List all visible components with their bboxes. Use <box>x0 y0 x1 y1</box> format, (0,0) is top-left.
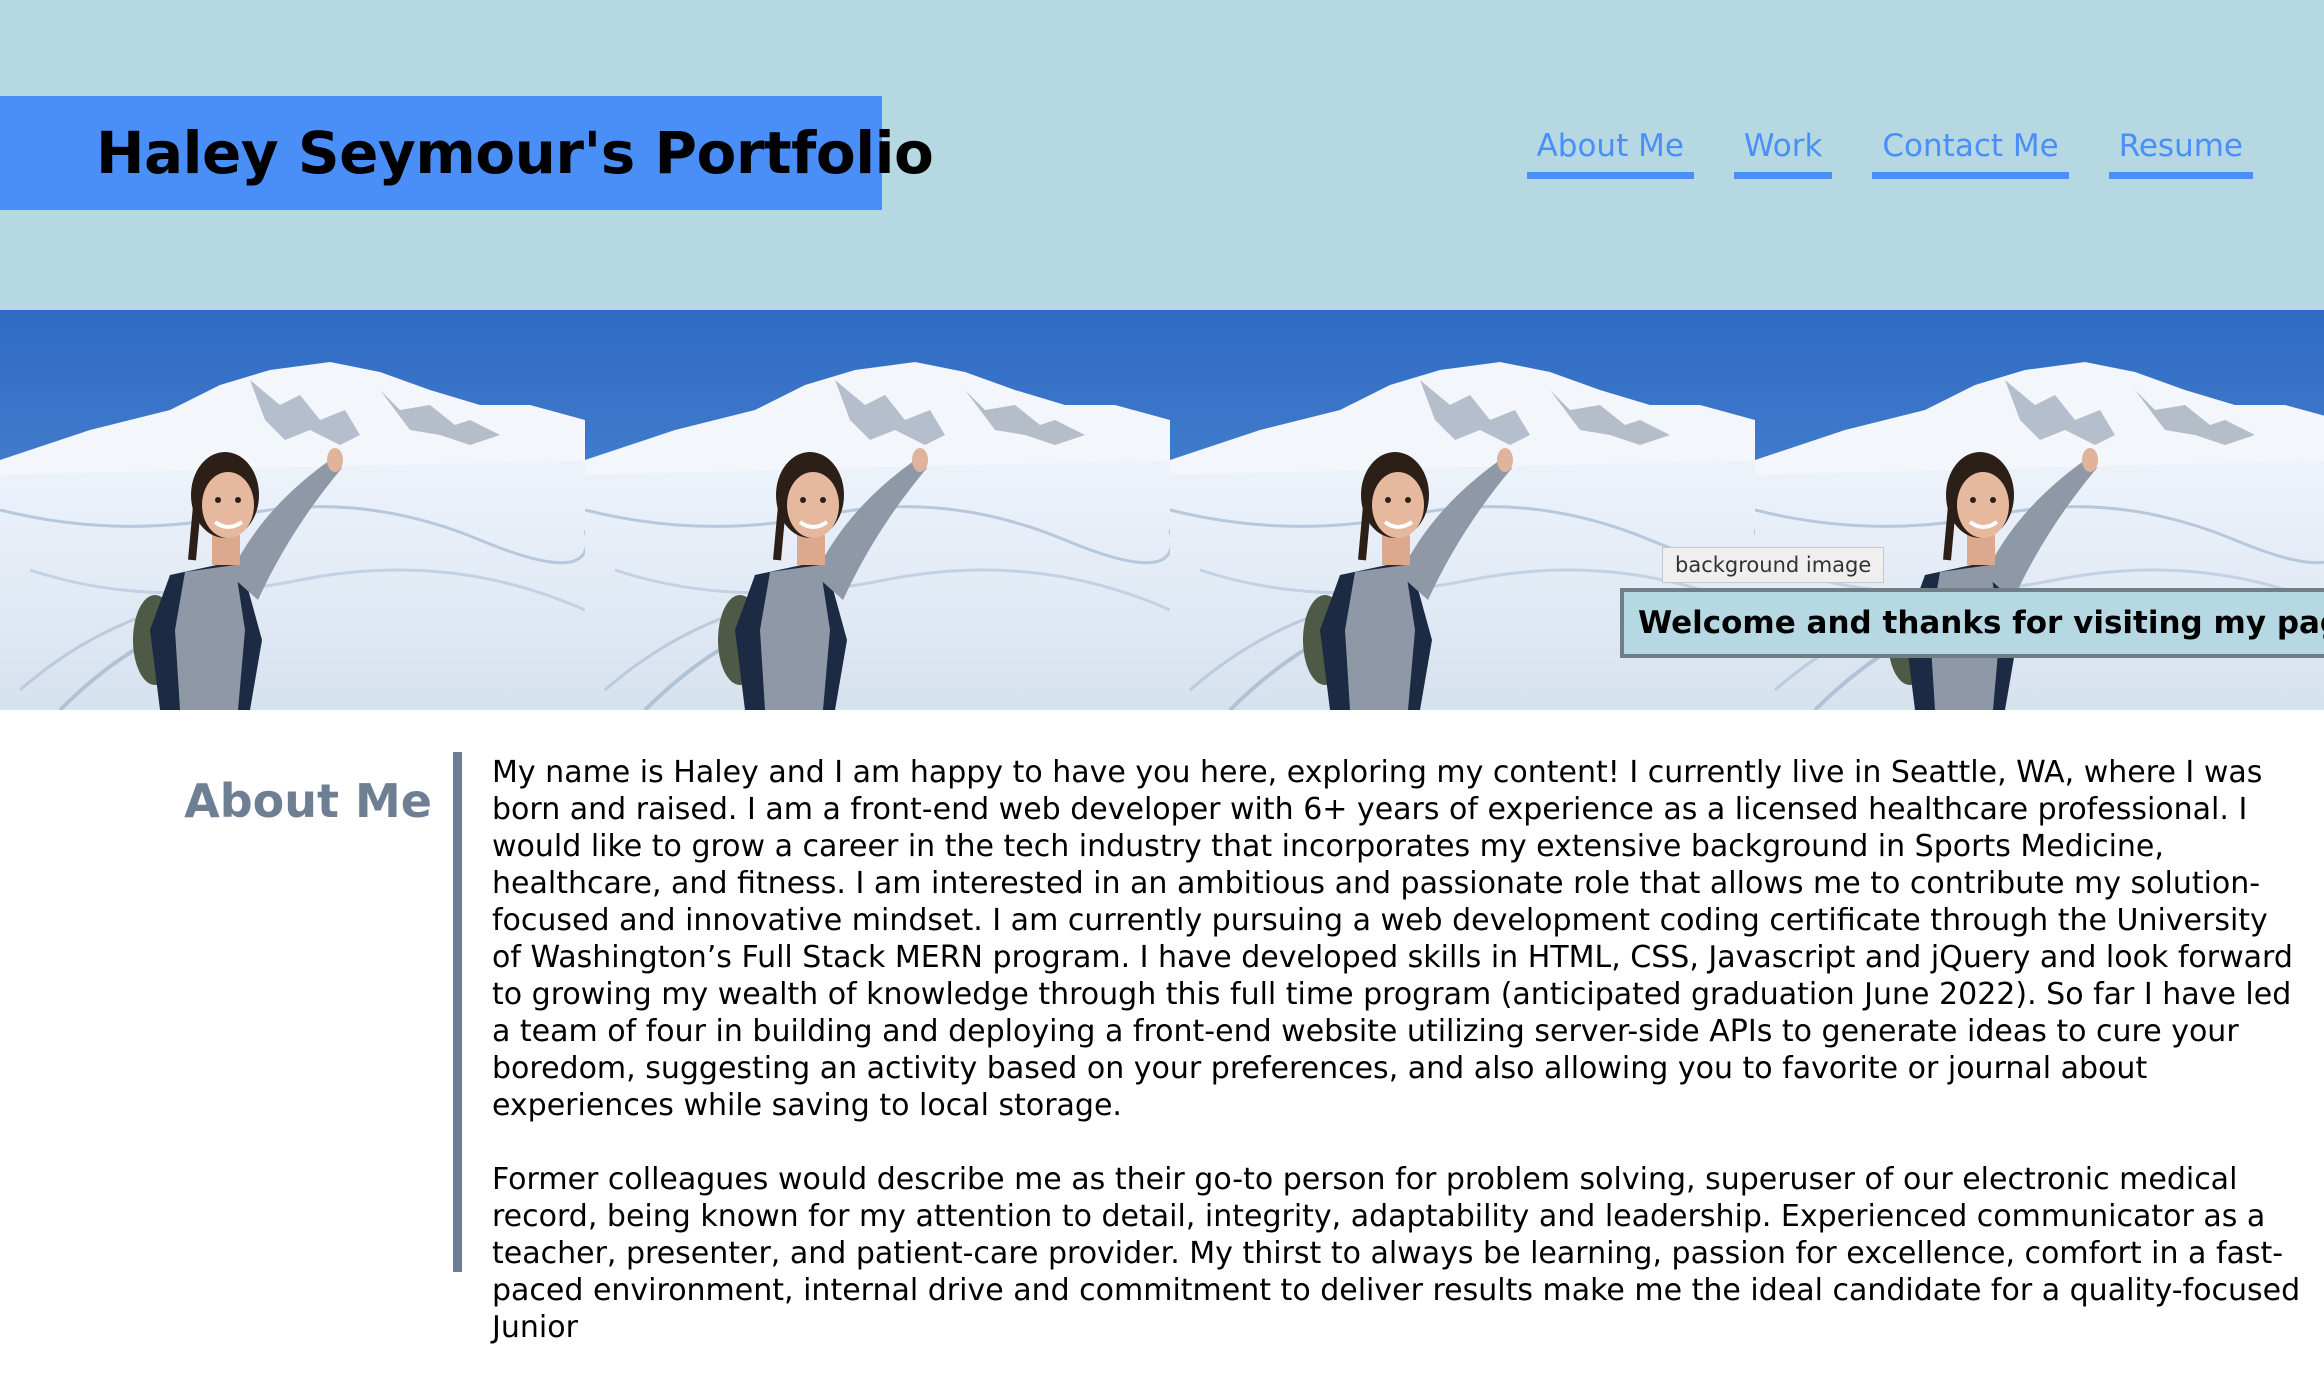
main-nav: About Me Work Contact Me Resume <box>1526 128 2253 179</box>
section-divider <box>453 752 462 1272</box>
nav-link-contact-me[interactable]: Contact Me <box>1872 128 2069 179</box>
about-paragraph: My name is Haley and I am happy to have … <box>492 755 2293 1123</box>
about-text: My name is Haley and I am happy to have … <box>492 754 2302 1383</box>
hero-photo-tile <box>585 310 1170 710</box>
hero-banner: background image Welcome and thanks for … <box>0 310 2324 710</box>
nav-link-about-me[interactable]: About Me <box>1526 128 1694 179</box>
hero-image-tooltip: background image <box>1662 547 1885 583</box>
site-header: Haley Seymour's Portfolio About Me Work … <box>0 0 2324 310</box>
about-section: About Me My name is Haley and I am happy… <box>0 710 2324 1345</box>
nav-link-work[interactable]: Work <box>1733 128 1833 179</box>
site-title: Haley Seymour's Portfolio <box>96 119 934 187</box>
welcome-message: Welcome and thanks for visiting my page! <box>1620 588 2324 658</box>
hero-photo-tile <box>0 310 585 710</box>
about-paragraph: Former colleagues would describe me as t… <box>492 1162 2301 1345</box>
about-heading: About Me <box>184 774 432 828</box>
nav-link-resume[interactable]: Resume <box>2108 128 2253 179</box>
brand-banner: Haley Seymour's Portfolio <box>0 96 934 210</box>
